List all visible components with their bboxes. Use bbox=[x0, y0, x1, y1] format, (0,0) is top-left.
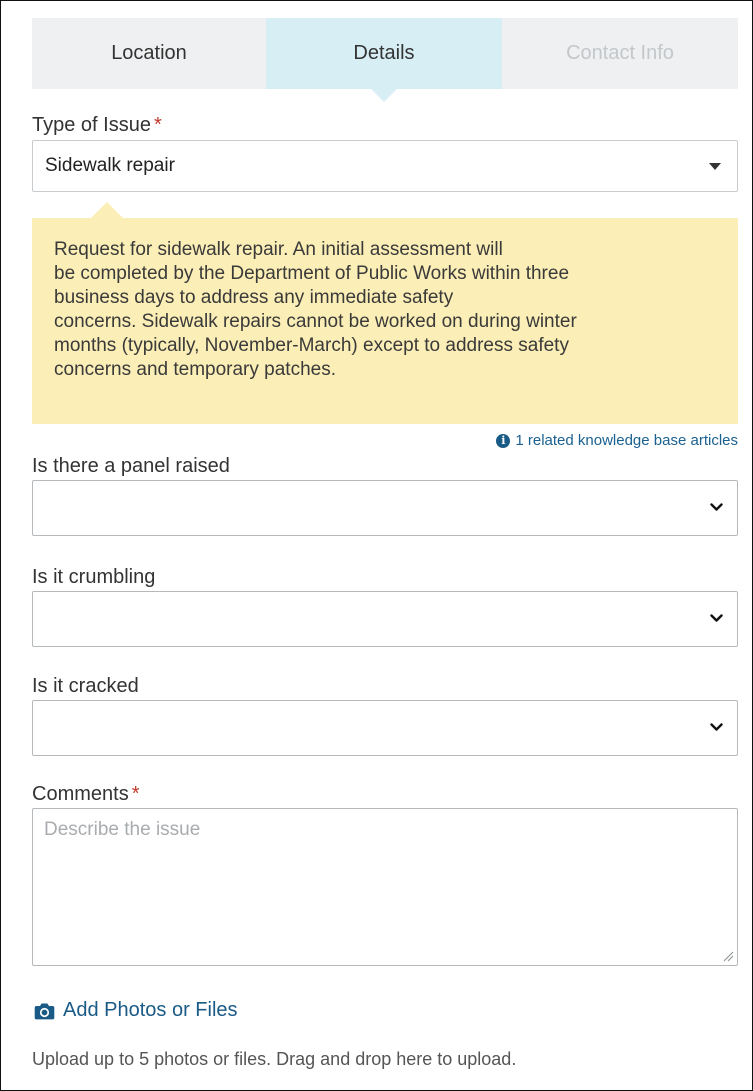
comments-label: Comments * bbox=[32, 783, 140, 806]
description-line: business days to address any immediate s… bbox=[54, 287, 454, 308]
step-tabs: Location Details Contact Info bbox=[32, 18, 738, 102]
type-of-issue-select[interactable]: Sidewalk repair bbox=[32, 140, 738, 192]
description-line: concerns and temporary patches. bbox=[54, 359, 336, 380]
description-line: concerns. Sidewalk repairs cannot be wor… bbox=[54, 311, 577, 332]
description-line: be completed by the Department of Public… bbox=[54, 263, 570, 284]
chevron-down-icon bbox=[710, 723, 723, 731]
panel-raised-label: Is there a panel raised bbox=[32, 455, 230, 477]
add-photos-link[interactable]: Add Photos or Files bbox=[34, 999, 238, 1022]
service-request-form: Location Details Contact Info Type of Is… bbox=[0, 0, 753, 1091]
crumbling-select[interactable] bbox=[32, 591, 738, 647]
caret-down-icon bbox=[709, 163, 721, 170]
issue-description-box: Request for sidewalk repair. An initial … bbox=[32, 218, 738, 424]
required-marker: * bbox=[131, 783, 140, 805]
info-box-pointer bbox=[91, 202, 123, 218]
cracked-select[interactable] bbox=[32, 700, 738, 756]
required-marker: * bbox=[153, 114, 162, 136]
knowledge-base-link-text: 1 related knowledge base articles bbox=[515, 432, 738, 449]
type-of-issue-value: Sidewalk repair bbox=[45, 155, 175, 176]
add-photos-link-text: Add Photos or Files bbox=[63, 999, 238, 1021]
active-tab-pointer bbox=[371, 89, 397, 102]
type-of-issue-label-text: Type of Issue bbox=[32, 114, 151, 136]
camera-icon bbox=[34, 1003, 55, 1019]
comments-label-text: Comments bbox=[32, 783, 129, 805]
knowledge-base-link[interactable]: i 1 related knowledge base articles bbox=[496, 432, 738, 449]
description-line: Request for sidewalk repair. An initial … bbox=[54, 239, 503, 260]
description-line: months (typically, November-March) excep… bbox=[54, 335, 569, 356]
tab-location-label: Location bbox=[111, 42, 187, 64]
crumbling-label: Is it crumbling bbox=[32, 566, 156, 588]
tab-details[interactable]: Details bbox=[266, 18, 502, 102]
chevron-down-icon bbox=[710, 614, 723, 622]
chevron-down-icon bbox=[710, 503, 723, 511]
comments-textarea[interactable] bbox=[32, 808, 738, 966]
resize-handle-icon[interactable] bbox=[723, 951, 734, 962]
info-circle-icon: i bbox=[496, 433, 511, 448]
cracked-label: Is it cracked bbox=[32, 675, 139, 697]
tab-location[interactable]: Location bbox=[32, 18, 266, 89]
tab-details-label: Details bbox=[353, 42, 415, 64]
panel-raised-select[interactable] bbox=[32, 480, 738, 536]
tab-contact-info-label: Contact Info bbox=[566, 42, 674, 64]
tab-contact-info[interactable]: Contact Info bbox=[502, 18, 738, 89]
type-of-issue-label: Type of Issue * bbox=[32, 114, 162, 137]
upload-hint: Upload up to 5 photos or files. Drag and… bbox=[32, 1049, 517, 1069]
